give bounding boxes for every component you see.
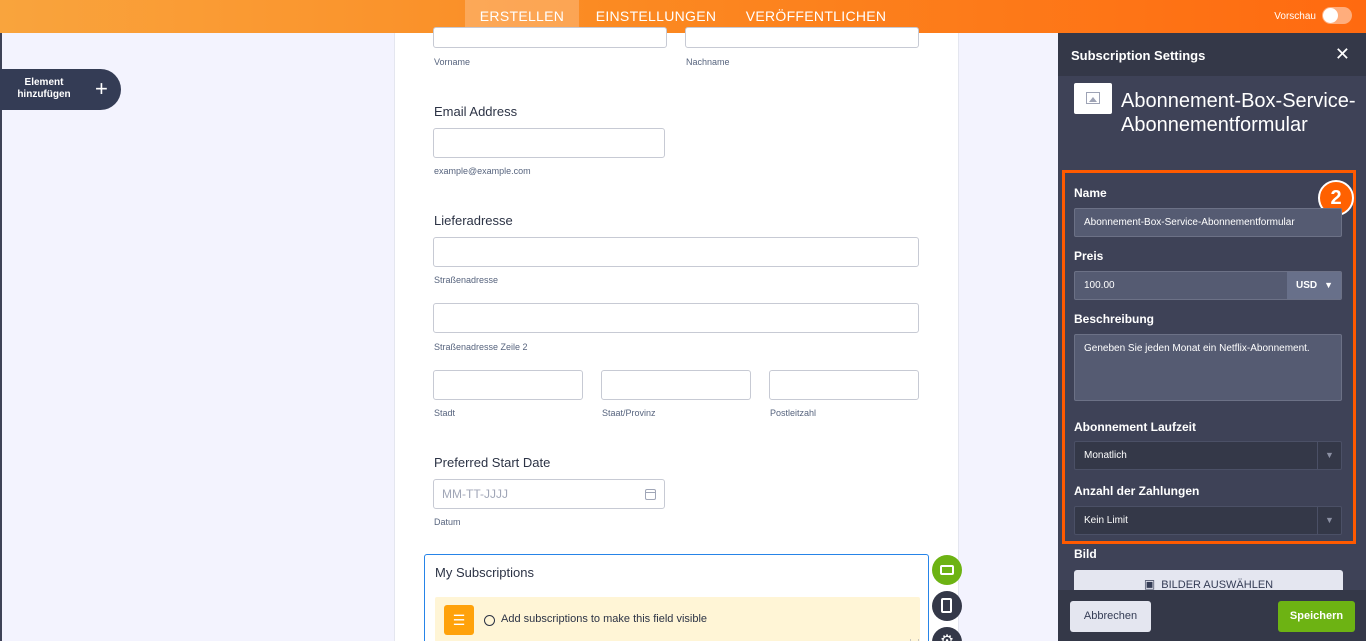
state-input[interactable] <box>601 370 751 400</box>
date-placeholder: MM-TT-JJJJ <box>442 487 508 501</box>
image-icon <box>1086 92 1100 104</box>
duration-label: Abonnement Laufzeit <box>1074 420 1196 434</box>
email-sublabel: example@example.com <box>434 166 531 176</box>
subscriptions-title: My Subscriptions <box>435 565 534 580</box>
payments-select[interactable]: Kein Limit ▼ <box>1074 506 1342 535</box>
payments-value: Kein Limit <box>1084 515 1128 526</box>
currency-select[interactable]: USD ▼ <box>1287 272 1341 299</box>
panel-title: Subscription Settings <box>1071 48 1206 63</box>
card-icon <box>940 565 954 575</box>
gear-icon: ⚙ <box>932 631 962 641</box>
list-icon: ☰ <box>444 605 474 635</box>
subscription-settings-panel: Subscription Settings ✕ Abonnement-Box-S… <box>1058 33 1366 641</box>
chevron-down-icon: ▼ <box>1317 442 1341 469</box>
description-label: Beschreibung <box>1074 312 1155 326</box>
price-input[interactable]: 100.00 USD ▼ <box>1074 271 1342 300</box>
price-value: 100.00 <box>1084 280 1115 291</box>
calendar-icon[interactable] <box>645 489 656 500</box>
street2-input[interactable] <box>433 303 919 333</box>
date-sublabel: Datum <box>434 517 461 527</box>
coins-icon <box>941 598 952 613</box>
date-input[interactable]: MM-TT-JJJJ <box>433 479 665 509</box>
product-name-heading: Abonnement-Box-Service-Abonnementformula… <box>1121 90 1356 136</box>
cancel-button[interactable]: Abbrechen <box>1070 601 1151 632</box>
email-label: Email Address <box>434 104 518 119</box>
zip-sublabel: Postleitzahl <box>770 408 817 418</box>
panel-header: Subscription Settings ✕ <box>1058 33 1366 76</box>
preview-toggle[interactable] <box>1322 7 1352 24</box>
payments-label: Anzahl der Zahlungen <box>1074 484 1200 498</box>
save-button[interactable]: Speichern <box>1278 601 1355 632</box>
name-label: Name <box>1074 186 1107 200</box>
state-sublabel: Staat/Provinz <box>602 408 656 418</box>
start-date-label: Preferred Start Date <box>434 455 551 470</box>
description-textarea[interactable]: Geneben Sie jeden Monat ein Netflix-Abon… <box>1074 334 1342 401</box>
currency-value: USD <box>1296 280 1318 291</box>
subscriptions-field[interactable]: My Subscriptions ☰ Add subscriptions to … <box>424 554 929 641</box>
highlighted-settings-group: 2 Name Abonnement-Box-Service-Abonnement… <box>1062 170 1356 544</box>
notice-text: Add subscriptions to make this field vis… <box>501 613 708 625</box>
zip-input[interactable] <box>769 370 919 400</box>
street2-sublabel: Straßenadresse Zeile 2 <box>434 342 528 352</box>
close-icon[interactable]: ✕ <box>1335 44 1350 65</box>
lastname-input[interactable] <box>685 27 919 48</box>
duration-value: Monatlich <box>1084 450 1127 461</box>
caret-down-icon: ▼ <box>1324 280 1333 290</box>
add-element-button[interactable]: Element hinzufügen + <box>0 69 121 110</box>
product-image-placeholder[interactable] <box>1074 83 1112 114</box>
payment-card-button[interactable] <box>932 555 962 585</box>
name-input[interactable]: Abonnement-Box-Service-Abonnementformula… <box>1074 208 1342 237</box>
image-label: Bild <box>1074 547 1097 561</box>
add-element-label: Element hinzufügen <box>17 77 71 100</box>
top-nav-bar: ERSTELLEN EINSTELLUNGEN VERÖFFENTLICHEN … <box>0 0 1366 33</box>
duration-select[interactable]: Monatlich ▼ <box>1074 441 1342 470</box>
subscriptions-notice: ☰ Add subscriptions to make this field v… <box>435 597 920 641</box>
toggle-knob <box>1323 8 1338 23</box>
left-edge-strip <box>0 33 2 641</box>
price-label: Preis <box>1074 249 1104 263</box>
payment-properties-button[interactable] <box>932 591 962 621</box>
street-sublabel: Straßenadresse <box>434 275 499 285</box>
add-image-icon: ▣ <box>1143 577 1156 591</box>
firstname-input[interactable] <box>433 27 667 48</box>
street-input[interactable] <box>433 237 919 267</box>
address-label: Lieferadresse <box>434 213 513 228</box>
form-preview: Vorname Nachname Email Address example@e… <box>394 27 959 641</box>
email-input[interactable] <box>433 128 665 158</box>
plus-icon: + <box>95 76 108 101</box>
firstname-sublabel: Vorname <box>434 57 471 67</box>
city-input[interactable] <box>433 370 583 400</box>
radio-icon <box>484 615 495 626</box>
chevron-down-icon: ▼ <box>1317 507 1341 534</box>
lastname-sublabel: Nachname <box>686 57 730 67</box>
preview-label: Vorschau <box>1274 11 1316 22</box>
panel-footer: Abbrechen Speichern <box>1058 590 1366 641</box>
city-sublabel: Stadt <box>434 408 456 418</box>
